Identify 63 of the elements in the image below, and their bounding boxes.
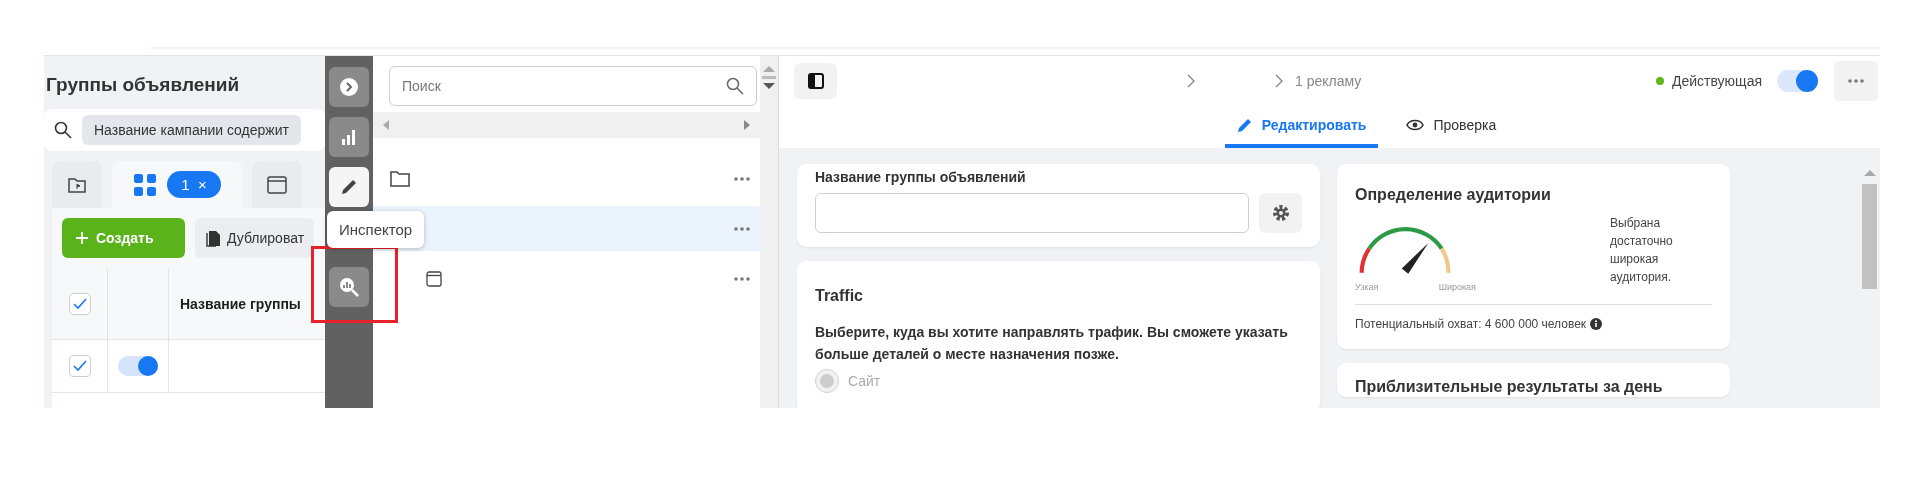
panel-title: Группы объявлений xyxy=(45,73,241,97)
pencil-icon xyxy=(1236,117,1253,133)
checkmark-icon xyxy=(72,297,87,310)
window-icon xyxy=(267,175,287,194)
vertical-scrollbar[interactable] xyxy=(760,56,778,408)
duplicate-button[interactable]: Дублироват xyxy=(195,218,315,258)
more-icon[interactable] xyxy=(734,176,750,181)
level-tab[interactable]: 1 × xyxy=(112,161,242,208)
copy-icon xyxy=(205,229,221,247)
horizontal-scrollbar[interactable] xyxy=(373,112,760,138)
tool-button[interactable] xyxy=(329,67,369,107)
window-icon xyxy=(426,270,442,287)
folder-flag-icon xyxy=(68,176,86,193)
bar-chart-icon xyxy=(341,129,357,145)
filter-bar[interactable]: Название кампании содержит xyxy=(44,109,325,151)
magnifier-chart-icon xyxy=(339,277,359,297)
eye-icon xyxy=(1406,119,1425,131)
card-title: Traffic xyxy=(815,287,864,305)
chevron-icon xyxy=(1187,74,1195,88)
gauge-label: Широкая xyxy=(1438,282,1476,292)
level-tab[interactable] xyxy=(252,161,302,208)
info-icon[interactable] xyxy=(1590,318,1603,330)
checkmark-icon xyxy=(72,360,87,372)
search-icon xyxy=(54,121,72,139)
selection-count-chip[interactable]: 1 × xyxy=(167,171,221,198)
sidebar-icon xyxy=(807,73,824,89)
pencil-icon xyxy=(340,178,358,196)
breadcrumb-link[interactable]: 1 рекламу xyxy=(1295,73,1362,89)
toggle-switch[interactable] xyxy=(118,356,158,376)
folder-icon xyxy=(390,170,410,187)
card-title: Определение аудитории xyxy=(1355,186,1552,204)
tooltip: Инспектор xyxy=(327,211,425,248)
search-field[interactable]: Поиск xyxy=(389,66,757,106)
filter-chip[interactable]: Название кампании содержит xyxy=(82,115,301,145)
description: Выберите, куда вы хотите направлять трафик. Вы сможете указать больше деталей о месте назначения позже. xyxy=(815,323,1289,364)
card-title: Приблизительные результаты за день xyxy=(1355,377,1664,397)
search-icon xyxy=(726,77,744,95)
status-label: Действующая xyxy=(1672,73,1762,89)
level-tab[interactable] xyxy=(52,161,102,208)
column-header[interactable]: Название группы xyxy=(180,295,301,312)
create-button[interactable]: Создать xyxy=(62,218,185,258)
audience-note: Выбрана достаточно широкая аудитория. xyxy=(1610,215,1674,286)
reach-text: Потенциальный охват: 4 600 000 человек xyxy=(1355,317,1587,331)
tool-button[interactable] xyxy=(329,267,369,307)
more-icon[interactable] xyxy=(734,276,750,281)
more-icon[interactable] xyxy=(1848,79,1864,83)
editor-tab[interactable]: Проверка xyxy=(1394,106,1509,148)
checkbox[interactable] xyxy=(68,355,91,377)
arrow-circle-icon xyxy=(340,78,358,96)
plus-icon xyxy=(76,232,88,244)
tool-button[interactable] xyxy=(329,167,369,207)
tool-button[interactable] xyxy=(329,117,369,157)
checkbox[interactable] xyxy=(68,292,91,315)
sidebar-toggle-button[interactable] xyxy=(794,63,837,99)
toggle-switch[interactable] xyxy=(1777,70,1818,92)
input-field[interactable] xyxy=(815,193,1249,233)
gauge-label: Узкая xyxy=(1355,282,1379,292)
more-icon[interactable] xyxy=(734,226,750,231)
grid-icon xyxy=(133,172,158,197)
settings-button[interactable] xyxy=(1259,193,1302,233)
settings-icon xyxy=(1271,204,1290,222)
chevron-icon xyxy=(1275,74,1283,88)
field-label: Название группы объявлений xyxy=(815,169,1027,185)
